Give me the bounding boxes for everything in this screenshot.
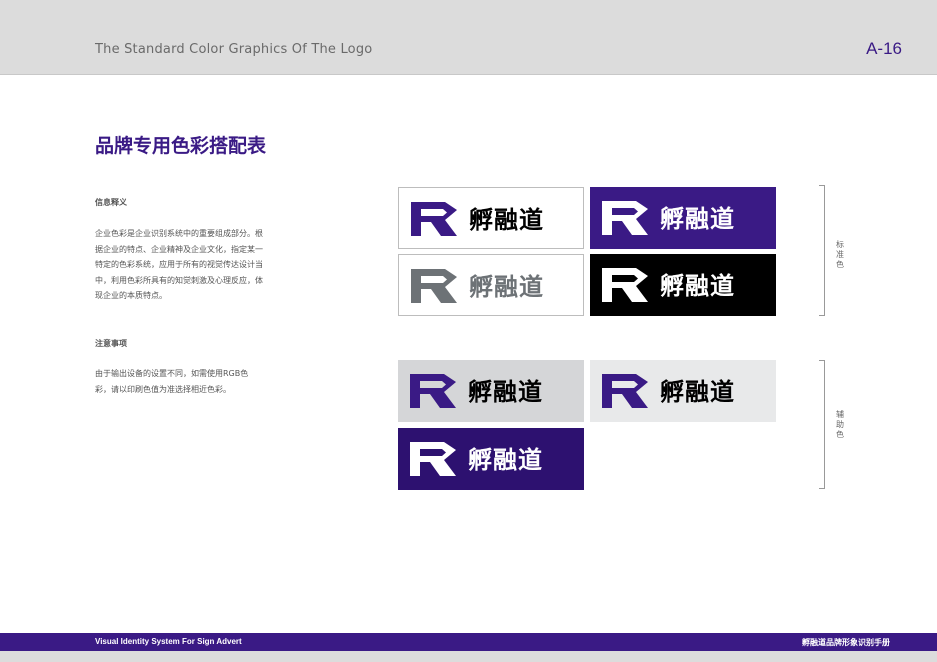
logo-standard-gray-on-white: 孵融道 bbox=[398, 254, 584, 316]
header-title: The Standard Color Graphics Of The Logo bbox=[95, 42, 373, 57]
notes-line: 由于输出设备的设置不同，如需使用RGB色 bbox=[95, 369, 249, 378]
logo-text: 孵融道 bbox=[660, 272, 735, 300]
logo-aux-white-on-darkpurple: 孵融道 bbox=[398, 428, 584, 490]
page-header: The Standard Color Graphics Of The Logo … bbox=[0, 0, 937, 75]
info-heading: 信息释义 bbox=[95, 198, 127, 207]
auxiliary-color-label: 辅助色 bbox=[836, 410, 844, 439]
logo-text: 孵融道 bbox=[468, 378, 543, 406]
logo-r-icon bbox=[410, 374, 456, 408]
bottom-strip bbox=[0, 651, 937, 662]
standard-color-label: 标准色 bbox=[836, 240, 844, 269]
info-line: 现企业的本质特点。 bbox=[95, 291, 167, 300]
info-body: 企业色彩是企业识别系统中的重要组成部分。根 据企业的特点、企业精神及企业文化，指… bbox=[95, 226, 290, 304]
info-line: 特定的色彩系统，应用于所有的视觉传达设计当 bbox=[95, 260, 263, 269]
info-line: 企业色彩是企业识别系统中的重要组成部分。根 bbox=[95, 229, 263, 238]
page-number: A-16 bbox=[866, 39, 902, 58]
logo-standard-white-on-purple: 孵融道 bbox=[590, 187, 776, 249]
auxiliary-bracket bbox=[819, 360, 825, 489]
page-footer: Visual Identity System For Sign Advert 孵… bbox=[0, 633, 937, 651]
logo-text: 孵融道 bbox=[468, 446, 543, 474]
logo-text: 孵融道 bbox=[660, 205, 735, 233]
logo-aux-purple-on-midgray: 孵融道 bbox=[398, 360, 584, 422]
logo-r-icon bbox=[602, 268, 648, 302]
logo-standard-purple-on-white: 孵融道 bbox=[398, 187, 584, 249]
notes-body: 由于输出设备的设置不同，如需使用RGB色 彩，请以印刷色值为准选择相近色彩。 bbox=[95, 366, 290, 397]
section-title: 品牌专用色彩搭配表 bbox=[95, 135, 267, 157]
info-line: 据企业的特点、企业精神及企业文化，指定某一 bbox=[95, 244, 263, 254]
logo-text: 孵融道 bbox=[660, 378, 735, 406]
logo-standard-white-on-black: 孵融道 bbox=[590, 254, 776, 316]
standard-bracket bbox=[819, 185, 825, 316]
footer-left-text: Visual Identity System For Sign Advert bbox=[95, 637, 242, 646]
notes-line: 彩，请以印刷色值为准选择相近色彩。 bbox=[95, 384, 231, 394]
logo-aux-purple-on-lightgray: 孵融道 bbox=[590, 360, 776, 422]
logo-text: 孵融道 bbox=[469, 273, 544, 301]
logo-r-icon bbox=[602, 374, 648, 408]
logo-r-icon bbox=[411, 269, 457, 303]
footer-right-text: 孵融道品牌形象识别手册 bbox=[802, 638, 890, 647]
logo-text: 孵融道 bbox=[469, 206, 544, 234]
logo-r-icon bbox=[602, 201, 648, 235]
notes-heading: 注意事项 bbox=[95, 339, 127, 348]
logo-r-icon bbox=[411, 202, 457, 236]
logo-r-icon bbox=[410, 442, 456, 476]
info-line: 中，利用色彩所具有的知觉刺激及心理反应，体 bbox=[95, 275, 263, 285]
